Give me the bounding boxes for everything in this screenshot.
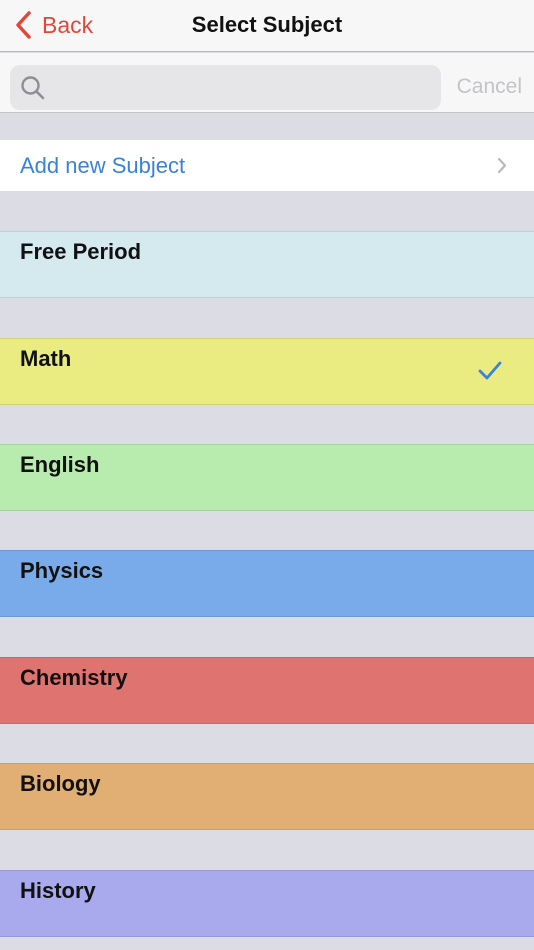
add-new-subject-label: Add new Subject [20, 153, 186, 178]
page-title: Select Subject [191, 12, 343, 37]
search-icon [21, 76, 45, 100]
subject-label: English [20, 452, 100, 477]
search-bar: Cancel [0, 53, 534, 113]
subject-label: Free Period [20, 239, 142, 264]
subject-row-math[interactable]: Math [0, 338, 534, 405]
add-new-subject-row[interactable]: Add new Subject [0, 140, 534, 191]
subject-row-biology[interactable]: Biology [0, 763, 534, 830]
subject-row-physics[interactable]: Physics [0, 550, 534, 617]
cancel-button[interactable]: Cancel [457, 75, 522, 99]
search-field[interactable] [10, 65, 441, 110]
subject-label: Biology [20, 771, 101, 796]
subject-row-english[interactable]: English [0, 444, 534, 511]
search-input[interactable] [56, 65, 431, 110]
checkmark-icon [478, 361, 502, 380]
navigation-bar: Back Select Subject [0, 0, 534, 52]
subject-label: Chemistry [20, 665, 128, 690]
subject-row-history[interactable]: History [0, 870, 534, 937]
subject-label: Physics [20, 558, 104, 583]
chevron-right-icon [497, 157, 507, 174]
subject-label: Math [20, 346, 72, 371]
subject-row-chemistry[interactable]: Chemistry [0, 657, 534, 724]
subject-row-free-period[interactable]: Free Period [0, 231, 534, 298]
subject-label: History [20, 878, 96, 903]
